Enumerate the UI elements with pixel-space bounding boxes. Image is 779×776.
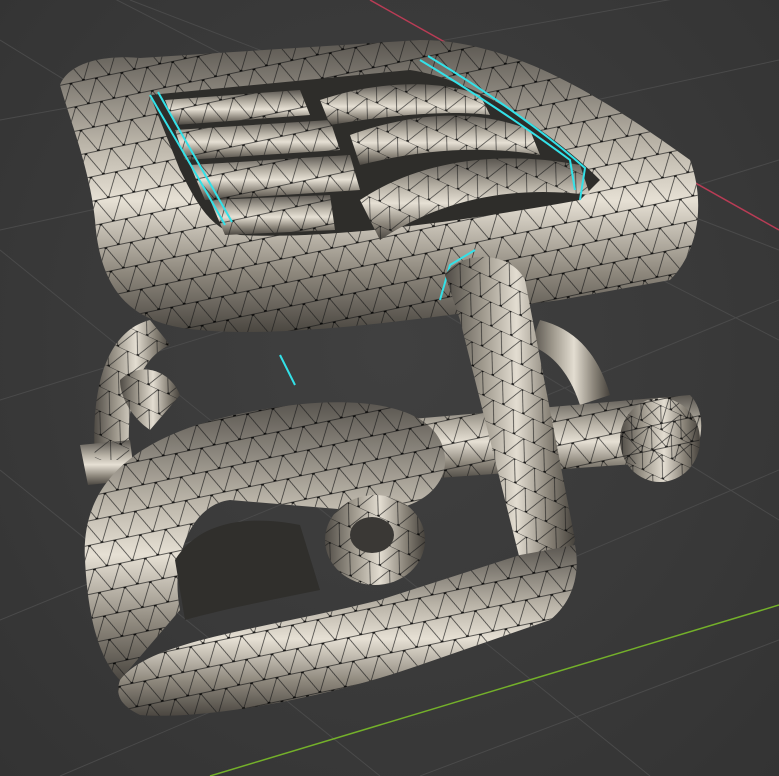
exhaust-header-mesh[interactable] — [60, 40, 702, 716]
flange-frame — [60, 40, 699, 333]
viewport-canvas[interactable] — [0, 0, 779, 776]
3d-viewport[interactable] — [0, 0, 779, 776]
